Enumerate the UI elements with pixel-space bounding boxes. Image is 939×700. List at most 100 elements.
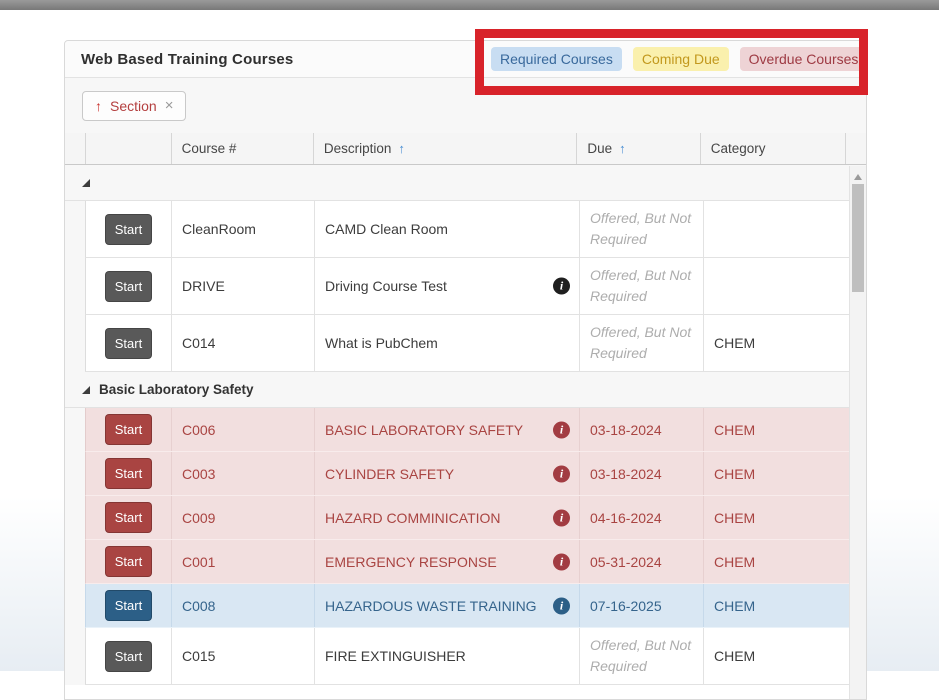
due-offered-text: Offered, But Not Required [580, 258, 704, 314]
column-header-label: Course # [182, 141, 237, 156]
course-number: C015 [172, 628, 315, 684]
category: CHEM [704, 540, 850, 583]
start-button[interactable]: Start [105, 546, 152, 577]
table-row: Start DRIVE Driving Course Test i Offered, B… [85, 258, 866, 315]
start-button[interactable]: Start [105, 414, 152, 445]
info-icon[interactable]: i [553, 421, 570, 438]
start-button[interactable]: Start [105, 590, 152, 621]
column-header-description[interactable]: Description ↑ [314, 133, 578, 164]
table-row: Start C014 What is PubChem Offered, But Not… [85, 315, 866, 372]
category: CHEM [704, 408, 850, 451]
vertical-scrollbar[interactable] [849, 166, 866, 699]
course-description-cell: Driving Course Test i [315, 258, 580, 314]
course-number: C008 [172, 584, 315, 627]
column-header-action [86, 133, 172, 164]
page: { "panel": { "title": "Web Based Trainin… [0, 0, 939, 671]
sort-asc-icon: ↑ [619, 141, 626, 156]
legend-badge: Overdue Courses [740, 47, 868, 71]
start-cell: Start [86, 201, 172, 257]
table-row: Start C015 FIRE EXTINGUISHER Offered, But N… [85, 628, 866, 685]
category: CHEM [704, 452, 850, 495]
close-icon[interactable]: × [165, 98, 174, 113]
course-description: CAMD Clean Room [325, 221, 448, 237]
legend-badge: Coming Due [633, 47, 729, 71]
course-description: BASIC LABORATORY SAFETY [325, 422, 523, 438]
group-label: Basic Laboratory Safety [99, 382, 254, 397]
due-offered-text: Offered, But Not Required [580, 201, 704, 257]
info-icon[interactable]: i [553, 465, 570, 482]
group-expand-icon[interactable] [82, 179, 90, 187]
column-header-label: Category [711, 141, 766, 156]
column-header-category[interactable]: Category [701, 133, 846, 164]
info-icon[interactable]: i [553, 597, 570, 614]
training-courses-panel: Web Based Training Courses Required Cour… [64, 40, 867, 700]
start-cell: Start [86, 540, 172, 583]
course-number: C009 [172, 496, 315, 539]
start-cell: Start [86, 628, 172, 684]
info-icon[interactable]: i [553, 553, 570, 570]
filter-bar: ↑ Section × [65, 78, 866, 133]
column-header-label: Due [587, 141, 612, 156]
category [704, 201, 850, 257]
table-row: StartC001EMERGENCY RESPONSEi05-31-2024CH… [85, 540, 866, 584]
group-row: Basic Laboratory Safety [65, 372, 866, 408]
group-row [65, 165, 866, 201]
grid-body: Start CleanRoom CAMD Clean Room Offered, Bu… [65, 165, 866, 685]
due-offered-text: Offered, But Not Required [580, 315, 704, 371]
course-description: FIRE EXTINGUISHER [325, 648, 466, 664]
start-button[interactable]: Start [105, 214, 152, 245]
column-header-expand [65, 133, 86, 164]
start-button[interactable]: Start [105, 502, 152, 533]
sort-ascending-icon: ↑ [95, 98, 102, 114]
course-description-cell: FIRE EXTINGUISHER [315, 628, 580, 684]
category: CHEM [704, 584, 850, 627]
group-expand-icon[interactable] [82, 386, 90, 394]
category: CHEM [704, 628, 850, 684]
due-date: 03-18-2024 [580, 408, 704, 451]
scrollbar-thumb[interactable] [852, 184, 864, 292]
column-header-due[interactable]: Due ↑ [577, 133, 700, 164]
filter-chip-label: Section [110, 98, 157, 114]
course-number: C014 [172, 315, 315, 371]
course-description: What is PubChem [325, 335, 438, 351]
start-cell: Start [86, 496, 172, 539]
due-date: 05-31-2024 [580, 540, 704, 583]
table-row: StartC003CYLINDER SAFETYi03-18-2024CHEM [85, 452, 866, 496]
table-row: Start C006 BASIC LABORATORY SAFETY i 03-18-2… [85, 408, 866, 452]
table-row: Start CleanRoom CAMD Clean Room Offered, Bu… [85, 201, 866, 258]
window-top-bar [0, 0, 939, 10]
course-number: DRIVE [172, 258, 315, 314]
due-date: 07-16-2025 [580, 584, 704, 627]
info-icon[interactable]: i [553, 509, 570, 526]
start-button[interactable]: Start [105, 641, 152, 672]
column-header-course[interactable]: Course # [172, 133, 314, 164]
start-button[interactable]: Start [105, 458, 152, 489]
scroll-up-icon[interactable] [854, 174, 862, 180]
course-description: Driving Course Test [325, 278, 447, 294]
column-header-label: Description [324, 141, 392, 156]
start-cell: Start [86, 452, 172, 495]
header-scrollbar-spacer [846, 133, 866, 164]
courses-grid: Course # Description ↑ Due ↑ Category Start Cl… [65, 133, 866, 685]
due-date: 03-18-2024 [580, 452, 704, 495]
start-button[interactable]: Start [105, 271, 152, 302]
due-offered-text: Offered, But Not Required [580, 628, 704, 684]
course-number: C006 [172, 408, 315, 451]
grid-header: Course # Description ↑ Due ↑ Category [65, 133, 866, 165]
course-description: HAZARD COMMINICATION [325, 510, 501, 526]
info-icon[interactable]: i [553, 278, 570, 295]
table-row: Start C009 HAZARD COMMINICATION i 04-16-2024… [85, 496, 866, 540]
category [704, 258, 850, 314]
course-description: HAZARDOUS WASTE TRAINING [325, 598, 537, 614]
category: CHEM [704, 496, 850, 539]
course-number: CleanRoom [172, 201, 315, 257]
due-date: 04-16-2024 [580, 496, 704, 539]
sort-asc-icon: ↑ [398, 141, 405, 156]
filter-chip-section[interactable]: ↑ Section × [82, 91, 186, 121]
start-button[interactable]: Start [105, 328, 152, 359]
course-description: CYLINDER SAFETY [325, 466, 454, 482]
course-description-cell: CAMD Clean Room [315, 201, 580, 257]
start-cell: Start [86, 258, 172, 314]
course-number: C001 [172, 540, 315, 583]
legend: Required CoursesComing DueOverdue Course… [491, 47, 867, 71]
